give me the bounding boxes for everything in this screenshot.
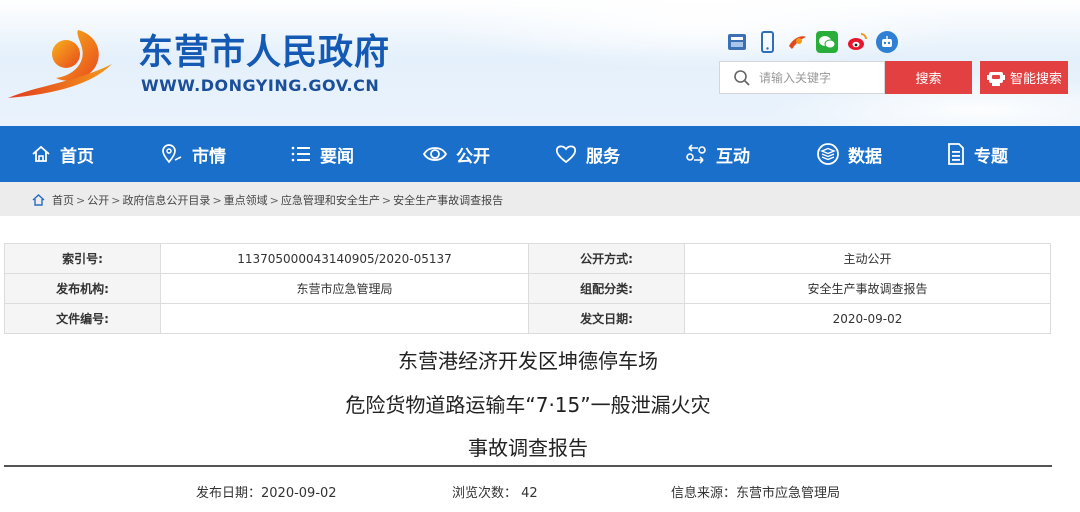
doc-number-label: 文件编号: <box>4 303 161 334</box>
eye-icon <box>422 147 448 161</box>
site-header: 东营市人民政府 WWW.DONGYING.GOV.CN 搜索 <box>0 0 1080 126</box>
nav-item-service[interactable]: 服务 <box>554 126 620 182</box>
site-url[interactable]: WWW.DONGYING.GOV.CN <box>141 76 379 95</box>
document-icon <box>948 143 964 165</box>
app-store-icon[interactable] <box>726 31 748 53</box>
document-info-table: 索引号: 113705000043140905/2020-05137 公开方式:… <box>4 243 1051 334</box>
list-icon <box>291 146 310 162</box>
table-row: 发布机构: 东营市应急管理局 组配分类: 安全生产事故调查报告 <box>4 273 1051 304</box>
nav-item-interact[interactable]: 互动 <box>684 126 750 182</box>
heart-icon <box>555 145 577 164</box>
nav-item-city[interactable]: 市情 <box>160 126 226 182</box>
weibo-icon[interactable] <box>846 31 868 53</box>
doc-number-value <box>160 303 529 334</box>
wechat-icon[interactable] <box>816 31 838 53</box>
article-title-line-1: 东营港经济开发区坤德停车场 <box>398 349 658 373</box>
breadcrumb-separator: > <box>111 193 121 207</box>
issue-date-label: 发文日期: <box>528 303 685 334</box>
category-value: 安全生产事故调查报告 <box>684 273 1051 304</box>
table-row: 文件编号: 发文日期: 2020-09-02 <box>4 303 1051 334</box>
title-divider <box>4 465 1052 467</box>
breadcrumb-separator: > <box>212 193 222 207</box>
open-mode-value: 主动公开 <box>684 243 1051 274</box>
index-value: 113705000043140905/2020-05137 <box>160 243 529 274</box>
nav-item-open[interactable]: 公开 <box>422 126 490 182</box>
site-title[interactable]: 东营市人民政府 <box>138 24 390 75</box>
breadcrumb-item-open[interactable]: 公开 <box>87 192 109 208</box>
interact-icon <box>686 144 706 164</box>
toutiao-icon[interactable] <box>786 31 808 53</box>
mobile-icon[interactable] <box>756 31 778 53</box>
breadcrumb-separator: > <box>381 193 392 207</box>
category-label: 组配分类: <box>528 273 685 304</box>
info-source: 信息来源：东营市应急管理局 <box>671 486 841 501</box>
home-icon <box>32 194 45 206</box>
database-icon <box>817 143 839 165</box>
publisher-value: 东营市应急管理局 <box>160 273 529 304</box>
robot-icon[interactable] <box>876 31 898 53</box>
smart-search-button[interactable]: 智能搜索 <box>980 61 1068 94</box>
breadcrumb-separator: > <box>269 193 279 207</box>
breadcrumb-item-catalog[interactable]: 政府信息公开目录 <box>122 192 210 208</box>
table-row: 索引号: 113705000043140905/2020-05137 公开方式:… <box>4 243 1051 274</box>
publisher-label: 发布机构: <box>4 273 161 304</box>
top-icon-bar <box>726 31 898 53</box>
home-icon <box>32 145 50 162</box>
dongying-logo-icon[interactable] <box>6 24 118 104</box>
search-box <box>719 61 885 94</box>
main-nav: 首页 市情 要闻 公开 服务 互动 数据 专题 <box>0 126 1080 182</box>
city-icon <box>162 144 182 164</box>
view-count: 浏览次数： 42 <box>452 486 538 501</box>
article-title-line-3: 事故调查报告 <box>468 436 588 460</box>
nav-item-topics[interactable]: 专题 <box>946 126 1008 182</box>
nav-item-home[interactable]: 首页 <box>30 126 94 182</box>
breadcrumb-item-current[interactable]: 安全生产事故调查报告 <box>393 192 503 208</box>
article-title-line-2: 危险货物道路运输车“7·15”一般泄漏火灾 <box>345 393 711 417</box>
breadcrumb-separator: > <box>76 193 86 207</box>
search-input[interactable] <box>759 70 879 85</box>
issue-date-value: 2020-09-02 <box>684 303 1051 334</box>
search-icon <box>734 69 750 86</box>
smart-search-label: 智能搜索 <box>1009 72 1062 87</box>
breadcrumb: 首页 > 公开 > 政府信息公开目录 > 重点领域 > 应急管理和安全生产 > 安全生产事… <box>32 192 503 208</box>
nav-item-news[interactable]: 要闻 <box>290 126 354 182</box>
breadcrumb-item-key-areas[interactable]: 重点领域 <box>224 192 268 208</box>
nav-item-data[interactable]: 数据 <box>816 126 882 182</box>
robot-search-icon <box>986 71 1005 86</box>
open-mode-label: 公开方式: <box>528 243 685 274</box>
index-label: 索引号: <box>4 243 161 274</box>
breadcrumb-item-home[interactable]: 首页 <box>52 192 74 208</box>
publish-date: 发布日期：2020-09-02 <box>196 486 337 501</box>
breadcrumb-bar: 首页 > 公开 > 政府信息公开目录 > 重点领域 > 应急管理和安全生产 > 安全生产事… <box>0 182 1080 216</box>
breadcrumb-item-emergency[interactable]: 应急管理和安全生产 <box>281 192 380 208</box>
search-button[interactable]: 搜索 <box>885 61 972 94</box>
